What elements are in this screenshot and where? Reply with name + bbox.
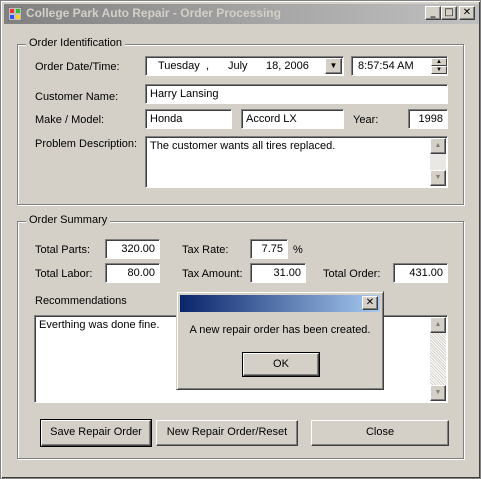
maximize-icon: □ <box>444 7 454 18</box>
scroll-down-icon: ▼ <box>434 174 442 181</box>
tax-amount-label: Tax Amount: <box>182 268 243 280</box>
message-dialog: ✕ A new repair order has been created. O… <box>176 291 384 390</box>
close-icon: ✕ <box>462 7 472 18</box>
problem-description-text: The customer wants all tires replaced. <box>150 140 336 152</box>
main-window: College Park Auto Repair - Order Process… <box>0 0 481 479</box>
tax-rate-unit: % <box>293 244 303 256</box>
new-repair-order-button[interactable]: New Repair Order/Reset <box>156 420 298 446</box>
year-field[interactable]: 1998 <box>408 109 448 129</box>
model-field[interactable]: Accord LX <box>241 109 344 129</box>
time-spin-down[interactable]: ▼ <box>431 66 447 74</box>
close-button[interactable]: Close <box>311 420 449 446</box>
spin-up-icon: ▲ <box>436 59 442 65</box>
window-title: College Park Auto Repair - Order Process… <box>26 6 281 20</box>
total-order-label: Total Order: <box>323 268 381 280</box>
scroll-down-icon: ▼ <box>434 389 442 396</box>
total-labor-field[interactable]: 80.00 <box>105 263 160 283</box>
date-separator: , <box>206 60 210 72</box>
maximize-button[interactable]: □ <box>441 6 457 20</box>
order-time-picker[interactable]: 8:57:54 AM ▲ ▼ <box>351 56 448 76</box>
tax-rate-label: Tax Rate: <box>182 244 229 256</box>
scroll-up-button[interactable]: ▲ <box>430 317 446 333</box>
make-model-label: Make / Model: <box>35 114 105 126</box>
scroll-up-button[interactable]: ▲ <box>430 138 446 154</box>
problem-scrollbar[interactable]: ▲ ▼ <box>430 138 446 186</box>
customer-name-field[interactable]: Harry Lansing <box>145 84 448 104</box>
time-value: 8:57:54 AM <box>358 60 414 72</box>
tax-amount-field[interactable]: 31.00 <box>250 263 306 283</box>
total-parts-label: Total Parts: <box>35 244 91 256</box>
dialog-close-button[interactable]: ✕ <box>362 296 378 310</box>
order-date-label: Order Date/Time: <box>35 61 120 73</box>
order-summary-title: Order Summary <box>26 214 111 226</box>
dialog-ok-button[interactable]: OK <box>242 352 320 377</box>
close-icon: ✕ <box>365 297 375 308</box>
total-order-field[interactable]: 431.00 <box>393 263 448 283</box>
date-weekday: Tuesday <box>158 60 200 72</box>
save-repair-order-button[interactable]: Save Repair Order <box>40 419 152 447</box>
chevron-down-icon: ▼ <box>329 61 338 70</box>
time-spin-up[interactable]: ▲ <box>431 58 447 66</box>
recommendations-text: Everthing was done fine. <box>39 319 160 331</box>
customer-name-label: Customer Name: <box>35 91 119 103</box>
recommendations-label: Recommendations <box>35 295 127 307</box>
tax-rate-field[interactable]: 7.75 <box>250 239 288 259</box>
close-window-button[interactable]: ✕ <box>459 6 475 20</box>
make-field[interactable]: Honda <box>145 109 232 129</box>
date-month: July <box>228 60 248 72</box>
minimize-icon: _ <box>430 7 436 18</box>
dialog-titlebar[interactable]: ✕ <box>180 295 380 312</box>
date-day-year: 18, 2006 <box>266 60 309 72</box>
total-parts-field[interactable]: 320.00 <box>105 239 160 259</box>
scroll-down-button[interactable]: ▼ <box>430 170 446 186</box>
order-identification-title: Order Identification <box>26 37 125 49</box>
minimize-button[interactable]: _ <box>425 6 441 20</box>
year-label: Year: <box>353 114 379 126</box>
recommendations-scrollbar[interactable]: ▲ ▼ <box>430 317 446 401</box>
total-labor-label: Total Labor: <box>35 268 93 280</box>
window-titlebar[interactable]: College Park Auto Repair - Order Process… <box>4 4 479 24</box>
scroll-up-icon: ▲ <box>434 142 442 149</box>
app-icon <box>8 7 22 21</box>
problem-description-label: Problem Description: <box>35 138 138 150</box>
order-date-picker[interactable]: Tuesday , July 18, 2006 ▼ <box>145 56 344 76</box>
spin-down-icon: ▼ <box>436 67 442 73</box>
scroll-down-button[interactable]: ▼ <box>430 385 446 401</box>
date-dropdown-button[interactable]: ▼ <box>325 58 342 74</box>
scroll-up-icon: ▲ <box>434 321 442 328</box>
problem-description-field[interactable]: The customer wants all tires replaced. ▲… <box>145 136 448 188</box>
dialog-message: A new repair order has been created. <box>189 324 371 336</box>
